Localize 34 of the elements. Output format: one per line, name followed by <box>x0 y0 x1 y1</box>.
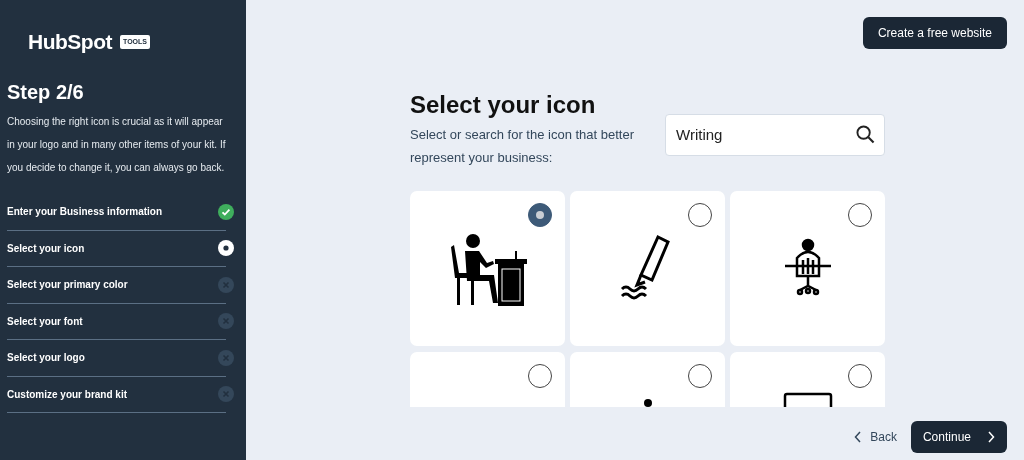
icon-card[interactable] <box>570 190 725 346</box>
frame-icon <box>782 391 833 407</box>
step-label[interactable]: Select your primary color <box>7 277 128 293</box>
create-website-button[interactable]: Create a free website <box>862 17 1007 49</box>
radio-button[interactable] <box>528 202 552 227</box>
radio-button[interactable] <box>688 363 712 388</box>
step-label[interactable]: Customize your brand kit <box>7 386 127 402</box>
radio-button[interactable] <box>688 202 712 227</box>
close-icon <box>218 386 234 403</box>
page-title: Select your icon <box>410 91 597 120</box>
current-step-icon <box>218 240 234 257</box>
subtitle: Select or search for the icon that better represent your business: <box>410 125 635 167</box>
step-label[interactable]: Select your font <box>7 313 83 329</box>
close-icon <box>218 313 234 330</box>
step-description: Choosing the right icon is crucial as it will appear in your logo and in many other items of your kit. If you decide to change it, you can always go back. <box>7 115 226 175</box>
step-label[interactable]: Select your logo <box>7 350 85 366</box>
step-heading: Step 2/6 <box>7 80 85 104</box>
step-label[interactable]: Enter your Business information <box>7 204 163 220</box>
radio-button[interactable] <box>848 363 872 388</box>
check-icon <box>218 203 234 220</box>
close-icon <box>218 276 234 293</box>
logo: HubSpot <box>28 29 112 56</box>
icon-card[interactable] <box>730 190 885 346</box>
close-icon <box>218 349 234 366</box>
icon-card[interactable] <box>410 190 565 346</box>
search-field[interactable]: Writing <box>665 113 885 156</box>
back-button[interactable]: Back <box>848 427 903 447</box>
step-label[interactable]: Select your icon <box>7 240 85 256</box>
continue-button[interactable]: Continue <box>910 421 1007 453</box>
chevron-left-icon <box>854 431 863 443</box>
radio-button[interactable] <box>848 202 872 227</box>
chevron-right-icon <box>987 431 995 443</box>
search-icon[interactable] <box>856 124 875 144</box>
radio-button[interactable] <box>528 363 552 388</box>
